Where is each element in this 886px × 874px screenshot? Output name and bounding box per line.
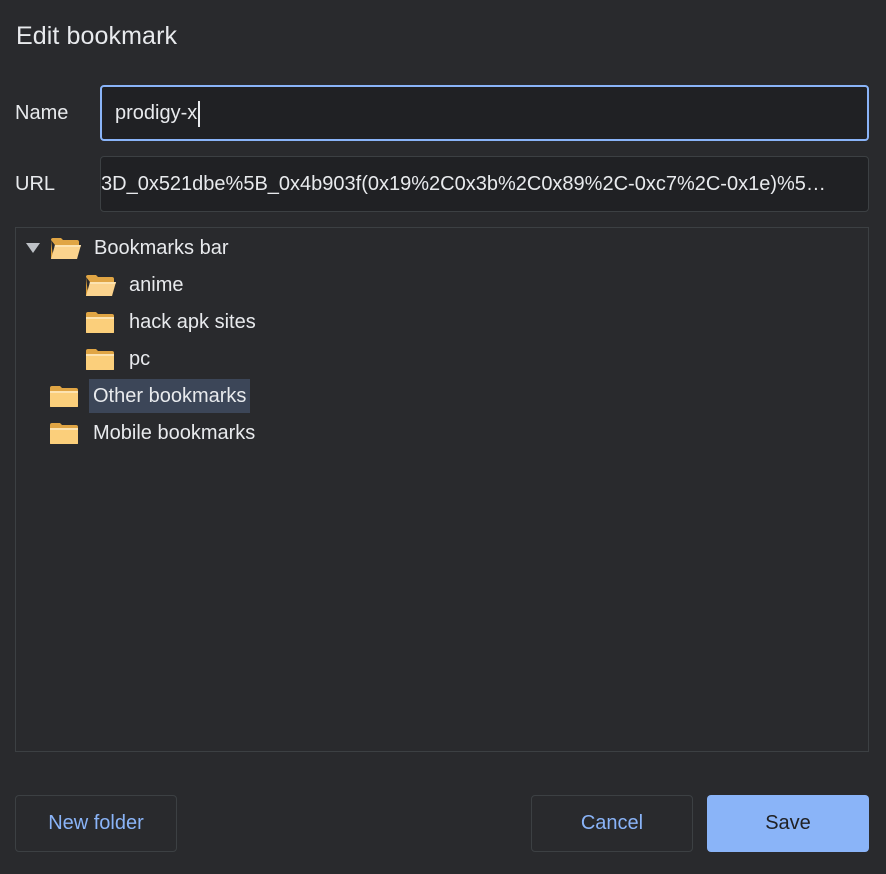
- tree-node-anime[interactable]: anime: [85, 268, 187, 302]
- name-input[interactable]: prodigy-x: [100, 85, 869, 141]
- tree-node-label: pc: [129, 348, 151, 370]
- folder-tree[interactable]: Bookmarks bar anime hack apk sites pc Ot…: [15, 227, 869, 752]
- folder-open-icon: [85, 274, 116, 296]
- text-caret: [198, 100, 200, 127]
- new-folder-button[interactable]: New folder: [15, 795, 177, 852]
- tree-node-label: hack apk sites: [129, 311, 256, 333]
- folder-icon: [49, 385, 79, 407]
- save-button[interactable]: Save: [707, 795, 869, 852]
- tree-node-label: anime: [129, 274, 184, 296]
- tree-node-other-bookmarks[interactable]: Other bookmarks: [49, 379, 251, 413]
- url-input[interactable]: 3D_0x521dbe%5B_0x4b903f(0x19%2C0x3b%2C0x…: [100, 156, 869, 212]
- tree-node-label: Other bookmarks: [89, 379, 251, 413]
- folder-icon: [85, 311, 115, 333]
- tree-node-pc[interactable]: pc: [85, 342, 154, 376]
- tree-node-bookmarks-bar[interactable]: Bookmarks bar: [50, 231, 233, 265]
- edit-bookmark-dialog: Edit bookmark Name prodigy-x URL 3D_0x52…: [0, 0, 886, 874]
- triangle-down-icon[interactable]: [26, 243, 40, 253]
- tree-node-label: Mobile bookmarks: [93, 422, 256, 444]
- folder-icon: [85, 348, 115, 370]
- url-input-value: 3D_0x521dbe%5B_0x4b903f(0x19%2C0x3b%2C0x…: [101, 173, 826, 195]
- name-label: Name: [15, 102, 69, 124]
- url-label: URL: [15, 173, 56, 195]
- tree-node-hack-apk-sites[interactable]: hack apk sites: [85, 305, 260, 339]
- cancel-button[interactable]: Cancel: [531, 795, 693, 852]
- dialog-title: Edit bookmark: [16, 22, 178, 50]
- folder-icon: [49, 422, 79, 444]
- tree-node-label: Bookmarks bar: [94, 237, 229, 259]
- name-input-value: prodigy-x: [115, 102, 198, 124]
- tree-node-mobile-bookmarks[interactable]: Mobile bookmarks: [49, 416, 259, 450]
- folder-open-icon: [50, 237, 81, 259]
